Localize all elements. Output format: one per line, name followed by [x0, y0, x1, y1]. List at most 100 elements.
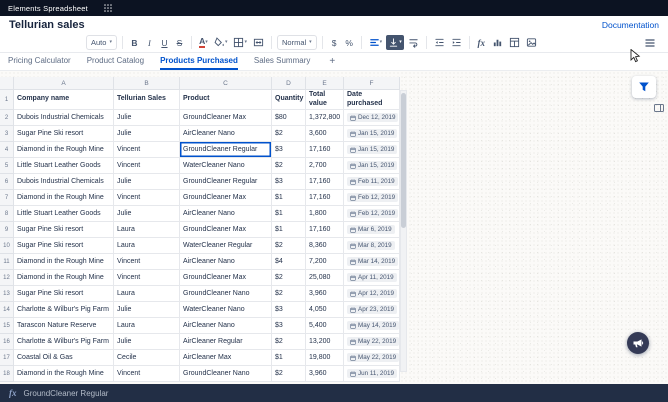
cell-B17[interactable]: Cecile — [114, 350, 180, 366]
bold-button[interactable]: B — [128, 35, 141, 50]
cell-A13[interactable]: Sugar Pine Ski resort — [14, 286, 114, 302]
cell-B8[interactable]: Julie — [114, 206, 180, 222]
column-letter-C[interactable]: C — [180, 77, 272, 90]
cell-F6[interactable]: Feb 11, 2019 — [344, 174, 400, 190]
column-letter-A[interactable]: A — [14, 77, 114, 90]
cell-B15[interactable]: Laura — [114, 318, 180, 334]
cell-A6[interactable]: Dubois Industrial Chemicals — [14, 174, 114, 190]
cell-F3[interactable]: Jan 15, 2019 — [344, 126, 400, 142]
cell-C16[interactable]: AirCleaner Regular — [180, 334, 272, 350]
row-number[interactable]: 6 — [0, 174, 14, 190]
cell-A8[interactable]: Little Stuart Leather Goods — [14, 206, 114, 222]
sidebar-toggle-button[interactable] — [652, 101, 666, 115]
cell-B18[interactable]: Vincent — [114, 366, 180, 382]
cell-C15[interactable]: AirCleaner Nano — [180, 318, 272, 334]
cell-B7[interactable]: Vincent — [114, 190, 180, 206]
cell-E16[interactable]: 13,200 — [306, 334, 344, 350]
row-number[interactable]: 5 — [0, 158, 14, 174]
cell-D8[interactable]: $1 — [272, 206, 306, 222]
cell-B12[interactable]: Vincent — [114, 270, 180, 286]
cell-C5[interactable]: WaterCleaner Nano — [180, 158, 272, 174]
cell-E14[interactable]: 4,050 — [306, 302, 344, 318]
header-cell-E[interactable]: Total value — [306, 90, 344, 110]
row-number[interactable]: 3 — [0, 126, 14, 142]
cell-B14[interactable]: Julie — [114, 302, 180, 318]
column-letter-B[interactable]: B — [114, 77, 180, 90]
cell-E3[interactable]: 3,600 — [306, 126, 344, 142]
cell-B5[interactable]: Vincent — [114, 158, 180, 174]
row-number[interactable]: 9 — [0, 222, 14, 238]
column-letter-F[interactable]: F — [344, 77, 400, 90]
merge-cells-button[interactable] — [251, 35, 266, 50]
row-number[interactable]: 10 — [0, 238, 14, 254]
header-cell-F[interactable]: Date purchased — [344, 90, 400, 110]
cell-C9[interactable]: GroundCleaner Max — [180, 222, 272, 238]
cell-A3[interactable]: Sugar Pine Ski resort — [14, 126, 114, 142]
cell-C14[interactable]: WaterCleaner Nano — [180, 302, 272, 318]
scrollbar-thumb[interactable] — [401, 93, 406, 228]
cell-A9[interactable]: Sugar Pine Ski resort — [14, 222, 114, 238]
cell-A15[interactable]: Tarascon Nature Reserve — [14, 318, 114, 334]
cell-A11[interactable]: Diamond in the Rough Mine — [14, 254, 114, 270]
cell-D10[interactable]: $2 — [272, 238, 306, 254]
feedback-button[interactable] — [627, 332, 649, 354]
cell-F9[interactable]: Mar 6, 2019 — [344, 222, 400, 238]
cell-D18[interactable]: $2 — [272, 366, 306, 382]
cell-B9[interactable]: Laura — [114, 222, 180, 238]
cell-F18[interactable]: Jun 11, 2019 — [344, 366, 400, 382]
cell-B13[interactable]: Laura — [114, 286, 180, 302]
cell-B16[interactable]: Julie — [114, 334, 180, 350]
cell-F15[interactable]: May 14, 2019 — [344, 318, 400, 334]
cell-A18[interactable]: Diamond in the Rough Mine — [14, 366, 114, 382]
add-sheet-button[interactable]: + — [326, 53, 338, 70]
indent-increase-button[interactable] — [449, 35, 464, 50]
cell-C18[interactable]: GroundCleaner Nano — [180, 366, 272, 382]
currency-format-button[interactable]: $ — [328, 35, 341, 50]
cell-style-select[interactable]: Normal ▾ — [277, 35, 317, 50]
cell-D15[interactable]: $3 — [272, 318, 306, 334]
column-letter-E[interactable]: E — [306, 77, 344, 90]
cell-E12[interactable]: 25,080 — [306, 270, 344, 286]
cell-D11[interactable]: $4 — [272, 254, 306, 270]
cell-A2[interactable]: Dubois Industrial Chemicals — [14, 110, 114, 126]
cell-D17[interactable]: $1 — [272, 350, 306, 366]
toolbar-overflow-menu-button[interactable] — [642, 35, 658, 50]
cell-E17[interactable]: 19,800 — [306, 350, 344, 366]
insert-function-button[interactable]: fx — [475, 35, 488, 50]
insert-image-button[interactable] — [524, 35, 539, 50]
cell-E18[interactable]: 3,960 — [306, 366, 344, 382]
cell-F13[interactable]: Apr 12, 2019 — [344, 286, 400, 302]
cell-F2[interactable]: Dec 12, 2019 — [344, 110, 400, 126]
cell-D5[interactable]: $2 — [272, 158, 306, 174]
fill-color-button[interactable]: ▾ — [212, 35, 230, 50]
cell-C12[interactable]: GroundCleaner Max — [180, 270, 272, 286]
cell-D7[interactable]: $1 — [272, 190, 306, 206]
row-number[interactable]: 8 — [0, 206, 14, 222]
cell-E2[interactable]: 1,372,800 — [306, 110, 344, 126]
cell-D16[interactable]: $2 — [272, 334, 306, 350]
row-number[interactable]: 2 — [0, 110, 14, 126]
cell-A5[interactable]: Little Stuart Leather Goods — [14, 158, 114, 174]
cell-D13[interactable]: $2 — [272, 286, 306, 302]
cell-C17[interactable]: AirCleaner Max — [180, 350, 272, 366]
row-number[interactable]: 14 — [0, 302, 14, 318]
cell-C4[interactable]: GroundCleaner Regular — [180, 142, 272, 158]
align-left-button[interactable]: ▾ — [367, 35, 385, 50]
cell-E10[interactable]: 8,360 — [306, 238, 344, 254]
select-all-corner[interactable] — [0, 77, 14, 90]
documentation-link[interactable]: Documentation — [602, 20, 659, 30]
filter-button[interactable] — [632, 76, 656, 98]
cell-A10[interactable]: Sugar Pine Ski resort — [14, 238, 114, 254]
row-number[interactable]: 7 — [0, 190, 14, 206]
cell-B2[interactable]: Julie — [114, 110, 180, 126]
cell-D2[interactable]: $80 — [272, 110, 306, 126]
cell-C3[interactable]: AirCleaner Nano — [180, 126, 272, 142]
cell-D14[interactable]: $3 — [272, 302, 306, 318]
cell-C7[interactable]: GroundCleaner Max — [180, 190, 272, 206]
cell-F5[interactable]: Jan 15, 2019 — [344, 158, 400, 174]
header-cell-A[interactable]: Company name — [14, 90, 114, 110]
indent-decrease-button[interactable] — [432, 35, 447, 50]
borders-button[interactable]: ▾ — [231, 35, 249, 50]
tab-pricing-calculator[interactable]: Pricing Calculator — [8, 53, 71, 70]
tab-sales-summary[interactable]: Sales Summary — [254, 53, 310, 70]
